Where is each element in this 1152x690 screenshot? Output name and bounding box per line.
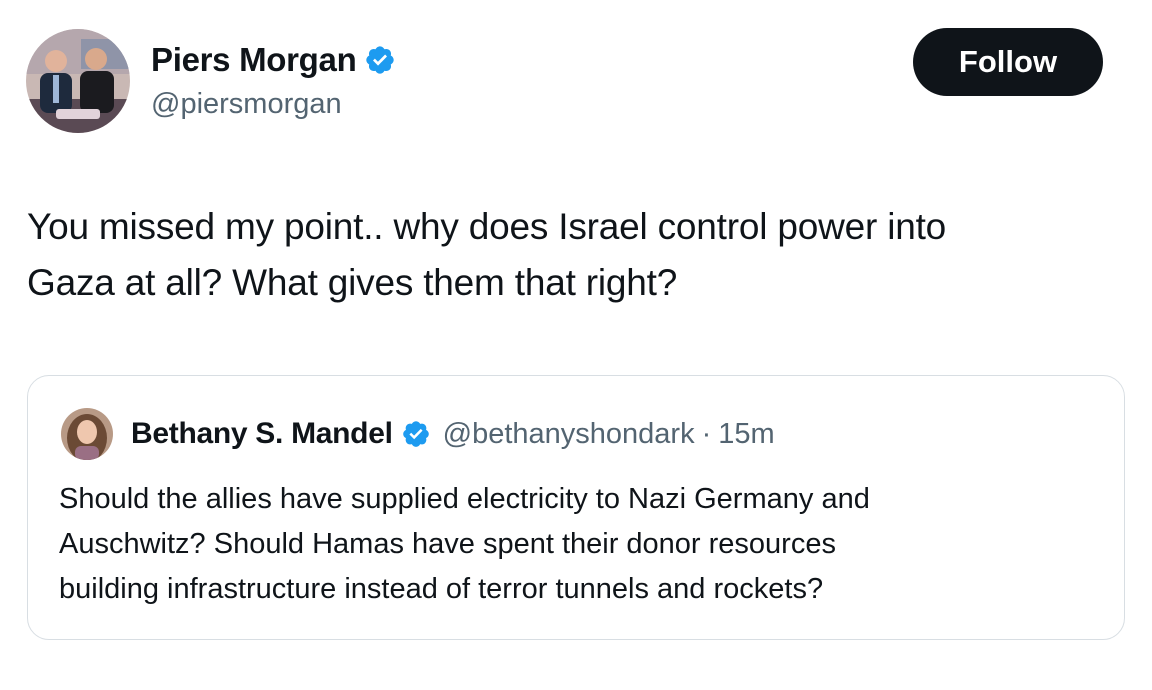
quoted-tweet-timestamp[interactable]: 15m xyxy=(718,415,774,453)
author-name-text[interactable]: Piers Morgan xyxy=(151,40,357,80)
author-avatar[interactable] xyxy=(26,29,130,133)
quoted-author-name[interactable]: Bethany S. Mandel xyxy=(131,415,393,453)
follow-button[interactable]: Follow xyxy=(913,28,1103,96)
quoted-author-handle[interactable]: @bethanyshondark xyxy=(443,415,695,453)
tweet-text: You missed my point.. why does Israel co… xyxy=(27,206,947,303)
verified-badge-icon xyxy=(402,421,429,447)
author-handle[interactable]: @piersmorgan xyxy=(151,86,342,122)
separator-dot: · xyxy=(701,418,712,450)
tweet-card: Piers Morgan @piersmorgan Follow You mis… xyxy=(0,0,1152,690)
quoted-tweet-header: Bethany S. Mandel @bethanyshondark · 15m xyxy=(131,415,775,453)
author-name[interactable]: Piers Morgan xyxy=(151,40,396,80)
quoted-tweet-card[interactable]: Bethany S. Mandel @bethanyshondark · 15m… xyxy=(27,375,1125,640)
quoted-author-avatar[interactable] xyxy=(61,408,113,460)
quoted-tweet-text: Should the allies have supplied electric… xyxy=(59,483,870,605)
verified-badge-icon xyxy=(366,46,395,74)
